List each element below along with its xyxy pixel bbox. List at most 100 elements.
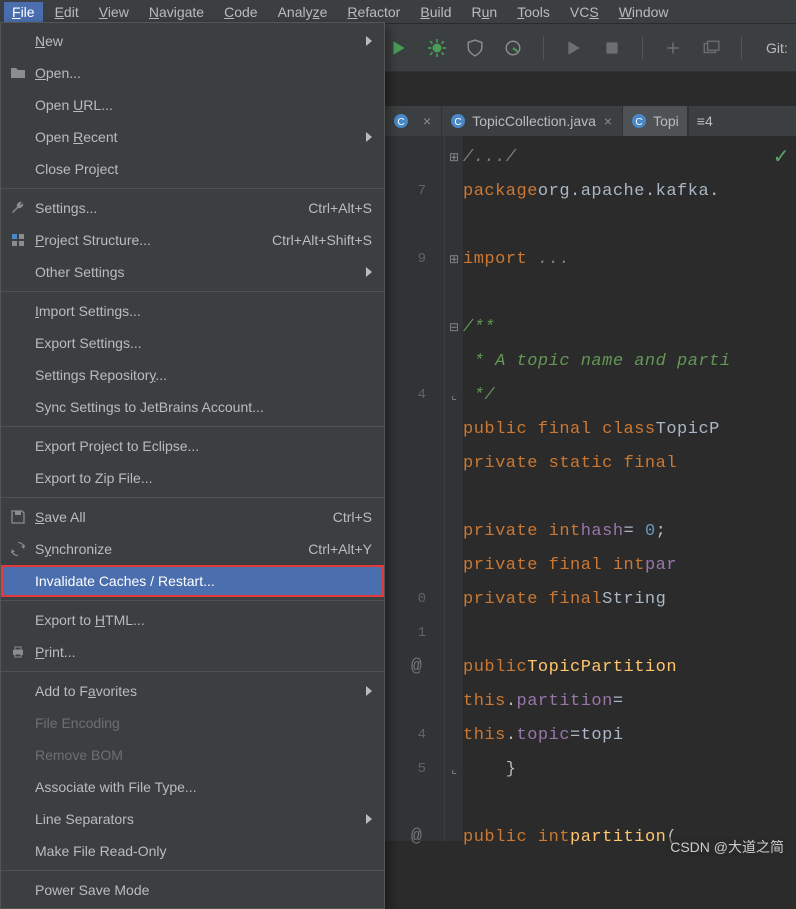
line-number (385, 208, 444, 242)
run-active-button[interactable] (560, 34, 588, 62)
code-area[interactable]: ✓ /.../package org.apache.kafka.import .… (463, 136, 796, 841)
menu-item-label: Export to HTML... (35, 612, 145, 628)
menu-item[interactable]: Export Settings... (1, 327, 384, 359)
code-line[interactable]: private int hash = 0; (463, 514, 796, 548)
code-line[interactable]: /.../ (463, 140, 796, 174)
menu-item[interactable]: Open... (1, 57, 384, 89)
update-button[interactable] (659, 34, 687, 62)
menu-item[interactable]: Open URL... (1, 89, 384, 121)
menubar-item[interactable]: Analyze (270, 2, 336, 22)
code-line[interactable]: } (463, 752, 796, 786)
menu-item[interactable]: Invalidate Caches / Restart... (1, 565, 384, 597)
menubar-item[interactable]: Navigate (141, 2, 212, 22)
editor-tab[interactable]: CTopi (623, 106, 688, 136)
code-line[interactable]: this.topic = topi (463, 718, 796, 752)
line-number: 0 (385, 582, 444, 616)
line-number (385, 276, 444, 310)
fold-marker[interactable]: ⌞ (445, 752, 463, 786)
fold-marker (445, 582, 463, 616)
menu-item[interactable]: Settings...Ctrl+Alt+S (1, 192, 384, 224)
code-line[interactable]: * A topic name and parti (463, 344, 796, 378)
menu-item[interactable]: Save All Ctrl+S (1, 501, 384, 533)
override-icon[interactable]: @ (411, 657, 422, 677)
debug-button[interactable] (423, 34, 451, 62)
code-line[interactable] (463, 276, 796, 310)
menu-item-label: Make File Read-Only (35, 843, 167, 859)
menu-item-label: Open... (35, 65, 81, 81)
fold-marker[interactable]: ⊞ (445, 242, 463, 276)
menu-item[interactable]: Open Recent (1, 121, 384, 153)
code-line[interactable]: private final String (463, 582, 796, 616)
menubar-item[interactable]: Build (412, 2, 459, 22)
menu-item[interactable]: Import Settings... (1, 295, 384, 327)
menubar-item[interactable]: File (4, 2, 43, 22)
menubar-item[interactable]: Window (611, 2, 677, 22)
svg-text:C: C (397, 117, 404, 128)
menu-item[interactable]: Sync Settings to JetBrains Account... (1, 391, 384, 423)
close-icon[interactable]: × (421, 113, 433, 129)
menu-item-label: Export Project to Eclipse... (35, 438, 199, 454)
stop-button[interactable] (598, 34, 626, 62)
close-icon[interactable]: × (602, 113, 614, 129)
code-line[interactable]: public final class TopicP (463, 412, 796, 446)
run-button[interactable] (385, 34, 413, 62)
menu-shortcut: Ctrl+S (333, 509, 372, 525)
editor-tab[interactable]: C× (385, 106, 442, 136)
code-line[interactable]: private final int par (463, 548, 796, 582)
menu-item-label: Project Structure... (35, 232, 151, 248)
menu-item[interactable]: Project Structure...Ctrl+Alt+Shift+S (1, 224, 384, 256)
menu-item[interactable]: Make File Read-Only (1, 835, 384, 867)
code-line[interactable] (463, 208, 796, 242)
coverage-button[interactable] (461, 34, 489, 62)
menubar-item[interactable]: VCS (562, 2, 607, 22)
menubar: FileEditViewNavigateCodeAnalyzeRefactorB… (0, 0, 796, 24)
menu-item[interactable]: New (1, 25, 384, 57)
fold-marker (445, 208, 463, 242)
code-line[interactable] (463, 616, 796, 650)
fold-marker[interactable]: ⊞ (445, 140, 463, 174)
override-icon[interactable]: @ (411, 827, 422, 847)
menu-item[interactable]: Settings Repository... (1, 359, 384, 391)
code-line[interactable]: import ... (463, 242, 796, 276)
menu-item[interactable]: Associate with File Type... (1, 771, 384, 803)
sync-icon (9, 540, 27, 558)
menu-item-label: Print... (35, 644, 75, 660)
menu-item[interactable]: Power Save Mode (1, 874, 384, 906)
menu-item[interactable]: Export Project to Eclipse... (1, 430, 384, 462)
code-line[interactable]: public TopicPartition (463, 650, 796, 684)
line-number (385, 446, 444, 480)
menu-item[interactable]: Close Project (1, 153, 384, 185)
menubar-item[interactable]: Run (464, 2, 506, 22)
code-line[interactable]: private static final (463, 446, 796, 480)
profile-button[interactable] (499, 34, 527, 62)
code-line[interactable]: /** (463, 310, 796, 344)
menu-item[interactable]: Print... (1, 636, 384, 668)
menu-item-label: Save All (35, 509, 86, 525)
menu-separator (1, 291, 384, 292)
code-line[interactable] (463, 786, 796, 820)
menu-item[interactable]: SynchronizeCtrl+Alt+Y (1, 533, 384, 565)
menu-item[interactable]: Export to HTML... (1, 604, 384, 636)
vcs-button[interactable] (697, 34, 725, 62)
menu-item[interactable]: Export to Zip File... (1, 462, 384, 494)
menubar-item[interactable]: Edit (47, 2, 87, 22)
menu-item[interactable]: Other Settings (1, 256, 384, 288)
code-line[interactable] (463, 480, 796, 514)
code-line[interactable]: this.partition = (463, 684, 796, 718)
menu-item[interactable]: Add to Favorites (1, 675, 384, 707)
menubar-item[interactable]: Tools (509, 2, 558, 22)
fold-marker[interactable]: ⌞ (445, 378, 463, 412)
menubar-item[interactable]: View (91, 2, 137, 22)
fold-marker[interactable]: ⊟ (445, 310, 463, 344)
code-line[interactable]: */ (463, 378, 796, 412)
menubar-item[interactable]: Refactor (339, 2, 408, 22)
menubar-item[interactable]: Code (216, 2, 265, 22)
tab-overflow-button[interactable]: ≡4 (688, 106, 721, 136)
line-number: 5 (385, 752, 444, 786)
menu-separator (1, 671, 384, 672)
code-line[interactable]: package org.apache.kafka. (463, 174, 796, 208)
line-number (385, 480, 444, 514)
file-menu: New Open... Open URL...Open RecentClose Pr… (0, 22, 385, 909)
editor-tab[interactable]: CTopicCollection.java× (442, 106, 623, 136)
menu-item[interactable]: Line Separators (1, 803, 384, 835)
